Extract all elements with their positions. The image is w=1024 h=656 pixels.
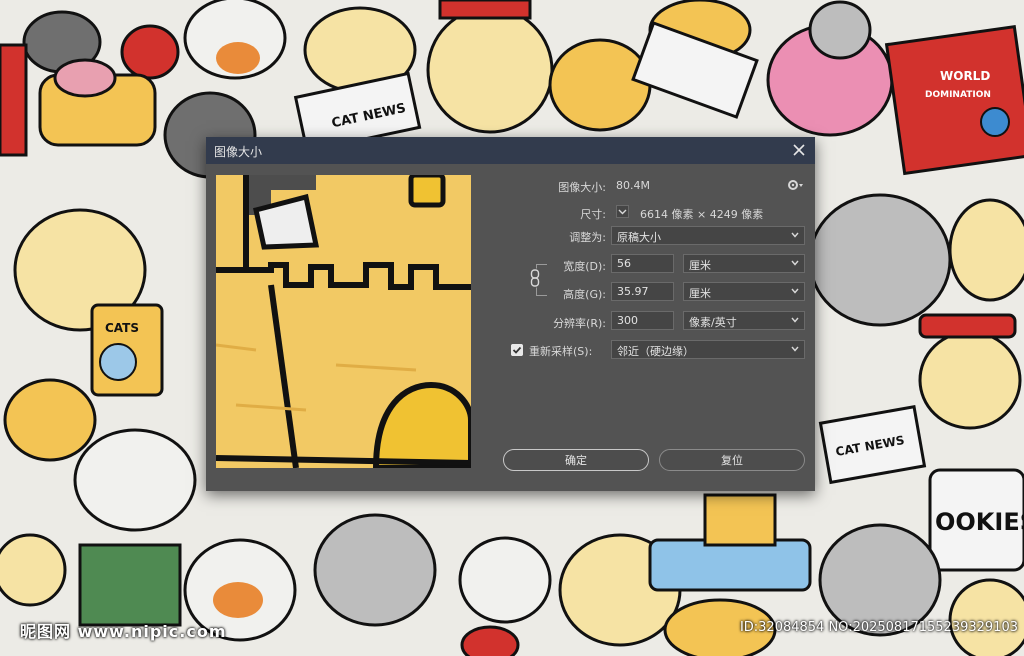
chevron-down-icon <box>791 260 799 266</box>
svg-text:OOKIES: OOKIES <box>935 508 1024 536</box>
chevron-down-icon <box>791 288 799 294</box>
gear-icon[interactable] <box>787 178 805 192</box>
watermark-id: ID:32084854 NO:20250817155239329103 <box>739 620 1018 635</box>
resample-checkbox[interactable] <box>511 344 523 356</box>
book-stack-sticker <box>78 543 182 627</box>
chevron-down-icon <box>791 317 799 323</box>
ok-button[interactable]: 确定 <box>503 449 649 471</box>
yellow-cat-sticker <box>426 6 554 134</box>
fit-to-label: 调整为: <box>569 231 606 244</box>
red-book-sticker-left <box>0 43 28 157</box>
width-unit-value: 厘米 <box>689 259 711 272</box>
chevron-down-icon <box>791 346 799 352</box>
image-size-dialog: 图像大小 图像大小: 80.4M 尺寸: 6614 像素 × 4249 像素 调… <box>206 137 815 491</box>
cookies-jar-sticker: OOKIES <box>928 468 1024 572</box>
width-label: 宽度(D): <box>563 260 606 273</box>
glasses-cat-sticker <box>73 428 197 532</box>
svg-text:WORLD: WORLD <box>940 69 990 83</box>
height-unit-value: 厘米 <box>689 287 711 300</box>
resolution-label: 分辨率(R): <box>553 317 606 330</box>
dimensions-label: 尺寸: <box>580 208 606 221</box>
litter-box-sticker <box>648 538 812 592</box>
dialog-title: 图像大小 <box>214 145 263 159</box>
height-label: 高度(G): <box>563 288 606 301</box>
gray-tabby-sticker <box>313 513 437 627</box>
watermark-site: 昵图网 www.nipic.com <box>20 622 227 641</box>
image-size-value: 80.4M <box>616 179 650 192</box>
world-domination-book-sticker: WORLD DOMINATION <box>884 25 1024 176</box>
orange-tabby-sticker <box>548 38 652 132</box>
resample-label: 重新采样(S): <box>529 345 593 358</box>
fit-to-value: 原稿大小 <box>617 231 661 244</box>
cats-food-bag-sticker: CATS <box>90 303 164 397</box>
chevron-down-icon[interactable] <box>616 205 629 218</box>
reset-button[interactable]: 复位 <box>659 449 805 471</box>
dimensions-value: 6614 像素 × 4249 像素 <box>640 208 764 221</box>
height-unit-select[interactable]: 厘米 <box>683 282 805 301</box>
resample-method-select[interactable]: 邻近（硬边缘） <box>611 340 805 359</box>
image-size-label: 图像大小: <box>558 181 606 194</box>
fit-to-select[interactable]: 原稿大小 <box>611 226 805 245</box>
width-input[interactable] <box>611 254 674 273</box>
resolution-unit-value: 像素/英寸 <box>689 316 737 329</box>
width-unit-select[interactable]: 厘米 <box>683 254 805 273</box>
resolution-input[interactable] <box>611 311 674 330</box>
resolution-unit-select[interactable]: 像素/英寸 <box>683 311 805 330</box>
svg-text:DOMINATION: DOMINATION <box>925 90 991 100</box>
svg-text:CATS: CATS <box>105 321 139 335</box>
close-icon[interactable] <box>789 140 809 160</box>
resample-method-value: 邻近（硬边缘） <box>617 345 694 358</box>
height-input[interactable] <box>611 282 674 301</box>
dialog-titlebar[interactable]: 图像大小 <box>206 137 815 164</box>
image-preview[interactable] <box>216 175 471 468</box>
chevron-down-icon <box>791 232 799 238</box>
